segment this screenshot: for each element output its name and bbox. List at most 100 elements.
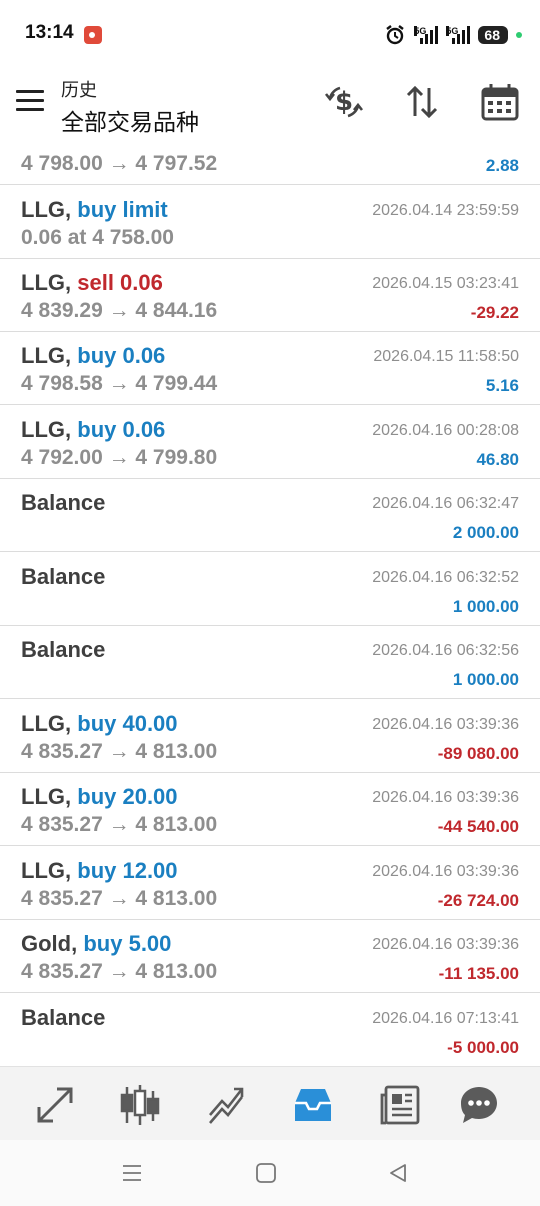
page-title[interactable]: 全部交易品种 — [61, 103, 199, 137]
history-row[interactable]: LLG, buy 0.06 4 798.58 → 4 799.44 2026.0… — [0, 332, 540, 405]
screen-record-icon — [84, 26, 102, 44]
deal-time: 2026.04.16 03:39:36 — [372, 863, 519, 880]
price-range: 4 835.27 → 4 813.00 — [21, 813, 218, 836]
balance-value: 1 000.00 — [452, 670, 519, 689]
deal-time: 2026.04.16 00:28:08 — [372, 422, 519, 439]
deal-time: 2026.04.14 23:59:59 — [372, 202, 519, 219]
status-indicators: 5G 5G 68 — [384, 22, 522, 48]
svg-text:$: $ — [335, 87, 353, 117]
sort-icon[interactable] — [400, 80, 444, 124]
deal-action: sell 0.06 — [77, 270, 163, 295]
deal-action: buy 5.00 — [83, 931, 172, 956]
deal-title: LLG, buy 40.00 — [21, 711, 178, 737]
deal-title: Balance — [21, 637, 105, 663]
network-type-2: 5G — [446, 26, 459, 36]
page-subtitle: 历史 — [61, 80, 97, 100]
symbol: LLG — [21, 711, 65, 736]
history-row[interactable]: LLG, sell 0.06 4 839.29 → 4 844.16 2026.… — [0, 259, 540, 332]
history-row[interactable]: Balance 2026.04.16 06:32:52 1 000.00 — [0, 553, 540, 626]
history-list[interactable]: 4 798.00 → 4 797.52 2.88 LLG, buy limit … — [0, 136, 540, 1066]
chat-icon[interactable] — [457, 1083, 501, 1127]
currency-exchange-icon[interactable]: $ — [322, 80, 366, 124]
symbol: LLG — [21, 417, 65, 442]
deal-time: 2026.04.15 03:23:41 — [372, 275, 519, 292]
chart-icon[interactable] — [118, 1083, 162, 1127]
symbol: LLG — [21, 270, 65, 295]
deal-action: buy 0.06 — [77, 417, 166, 442]
deal-time: 2026.04.16 06:32:52 — [372, 569, 519, 586]
recents-icon[interactable] — [120, 1162, 144, 1184]
balance-value: 1 000.00 — [452, 597, 519, 616]
profit-value: -89 080.00 — [437, 744, 519, 763]
profit-value: -11 135.00 — [438, 964, 519, 983]
alarm-icon — [386, 25, 405, 45]
history-row[interactable]: LLG, buy limit 0.06 at 4 758.00 2026.04.… — [0, 186, 540, 259]
deal-time: 2026.04.16 06:32:47 — [372, 495, 519, 512]
separator: , — [65, 858, 72, 883]
deal-title: LLG, buy 0.06 — [21, 417, 165, 443]
history-row[interactable]: Balance 2026.04.16 06:32:56 1 000.00 — [0, 626, 540, 699]
price-range: 4 798.00 → 4 797.52 — [21, 152, 218, 175]
analytics-icon[interactable] — [204, 1083, 248, 1127]
deal-title: Balance — [21, 490, 105, 516]
symbol: LLG — [21, 784, 65, 809]
history-row[interactable]: Gold, buy 5.00 4 835.27 → 4 813.00 2026.… — [0, 920, 540, 993]
separator: , — [65, 711, 72, 736]
deal-time: 2026.04.16 03:39:36 — [372, 716, 519, 733]
symbol: LLG — [21, 197, 65, 222]
status-time: 13:14 — [25, 22, 74, 43]
history-row[interactable]: Balance 2026.04.16 07:13:41 -5 000.00 — [0, 994, 540, 1066]
deal-action: buy 40.00 — [77, 711, 178, 736]
balance-label: Balance — [21, 490, 106, 515]
deal-title: LLG, buy 0.06 — [21, 343, 165, 369]
signal-icon: 5G — [414, 26, 439, 44]
deal-time: 2026.04.16 03:39:36 — [372, 789, 519, 806]
balance-value: 2 000.00 — [452, 523, 519, 542]
history-row[interactable]: LLG, buy 12.00 4 835.27 → 4 813.00 2026.… — [0, 847, 540, 920]
deal-action: buy 0.06 — [77, 343, 166, 368]
deal-time: 2026.04.16 03:39:36 — [372, 936, 519, 953]
price-range: 4 798.58 → 4 799.44 — [21, 372, 218, 395]
deal-title: LLG, buy 20.00 — [21, 784, 178, 810]
deal-title: Balance — [21, 1005, 105, 1031]
price-range: 4 835.27 → 4 813.00 — [21, 887, 218, 910]
profit-value: 46.80 — [476, 450, 519, 469]
deal-time: 2026.04.16 07:13:41 — [372, 1010, 519, 1027]
symbol: LLG — [21, 858, 65, 883]
signal-icon-2: 5G — [446, 26, 471, 44]
profit-value: 2.88 — [485, 156, 519, 175]
balance-label: Balance — [21, 1005, 106, 1030]
system-navigation — [0, 1140, 540, 1206]
deal-time: 2026.04.15 11:58:50 — [373, 348, 519, 365]
separator: , — [65, 343, 72, 368]
app-bar: 历史 全部交易品种 $ — [0, 66, 540, 136]
separator: , — [71, 931, 78, 956]
deal-title: Gold, buy 5.00 — [21, 931, 171, 957]
price-range: 4 835.27 → 4 813.00 — [21, 740, 218, 763]
trade-icon[interactable] — [33, 1083, 77, 1127]
price-range: 4 839.29 → 4 844.16 — [21, 299, 218, 322]
deal-action: buy 20.00 — [77, 784, 178, 809]
symbol: LLG — [21, 343, 65, 368]
back-icon[interactable] — [386, 1162, 410, 1184]
network-type: 5G — [414, 26, 427, 36]
home-icon[interactable] — [254, 1162, 278, 1184]
separator: , — [65, 197, 72, 222]
price-range: 4 835.27 → 4 813.00 — [21, 960, 218, 983]
history-row[interactable]: LLG, buy 20.00 4 835.27 → 4 813.00 2026.… — [0, 773, 540, 846]
menu-button[interactable] — [16, 90, 44, 114]
history-row[interactable]: LLG, buy 40.00 4 835.27 → 4 813.00 2026.… — [0, 700, 540, 773]
price-range: 4 792.00 → 4 799.80 — [21, 446, 218, 469]
deal-title: LLG, buy limit — [21, 197, 168, 223]
news-icon[interactable] — [378, 1083, 422, 1127]
deal-title: LLG, buy 12.00 — [21, 858, 178, 884]
history-row[interactable]: Balance 2026.04.16 06:32:47 2 000.00 — [0, 479, 540, 552]
history-icon[interactable] — [291, 1083, 335, 1127]
symbol: Gold — [21, 931, 72, 956]
separator: , — [65, 270, 72, 295]
balance-label: Balance — [21, 637, 106, 662]
history-row[interactable]: LLG, buy 0.06 4 792.00 → 4 799.80 2026.0… — [0, 406, 540, 479]
history-row[interactable]: 4 798.00 → 4 797.52 2.88 — [0, 136, 540, 185]
calendar-icon[interactable] — [478, 80, 522, 124]
deal-title: Balance — [21, 564, 105, 590]
